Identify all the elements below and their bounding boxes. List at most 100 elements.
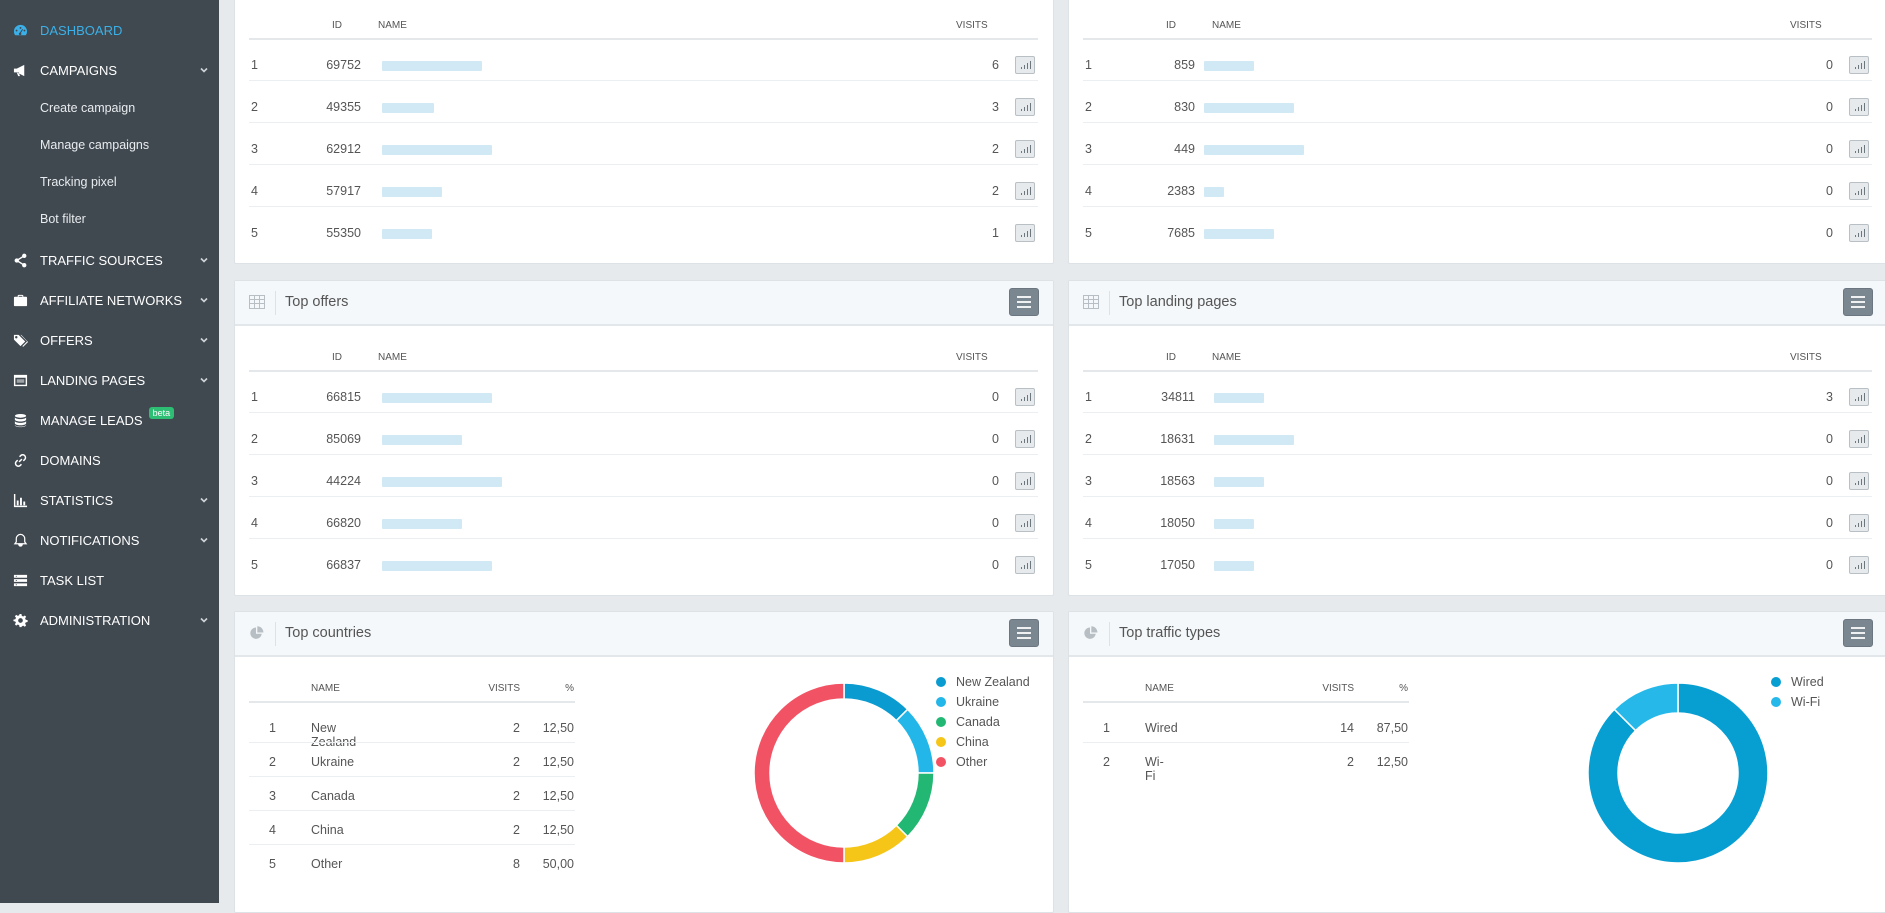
sidebar-subitem-manage-campaigns[interactable]: Manage campaigns	[0, 126, 219, 163]
row-stats-button[interactable]	[1849, 140, 1869, 158]
row-stats-button[interactable]	[1015, 556, 1035, 574]
sidebar-item-label: NOTIFICATIONS	[40, 532, 140, 548]
sidebar-item-manage-leads[interactable]: MANAGE LEADS beta	[0, 400, 219, 440]
row-stats-button[interactable]	[1849, 430, 1869, 448]
row-rank: 1	[251, 390, 258, 404]
sidebar-item-traffic-sources[interactable]: TRAFFIC SOURCES	[0, 240, 219, 280]
panel-menu-button[interactable]	[1009, 288, 1039, 316]
row-stats-button[interactable]	[1015, 182, 1035, 200]
row-visits: 0	[1826, 184, 1833, 198]
col-header-visits: VISITS	[1790, 20, 1822, 31]
row-divider	[249, 164, 1038, 165]
row-stats-button[interactable]	[1015, 140, 1035, 158]
row-stats-button[interactable]	[1015, 430, 1035, 448]
panel-menu-button[interactable]	[1843, 288, 1873, 316]
redacted-name	[1204, 61, 1254, 71]
legend-item[interactable]: Wi-Fi	[1771, 695, 1820, 709]
row-stats-button[interactable]	[1849, 98, 1869, 116]
donut-chart	[1587, 682, 1769, 864]
pie-slice-china[interactable]	[843, 824, 909, 864]
legend-item[interactable]: China	[936, 735, 989, 749]
row-stats-button[interactable]	[1849, 556, 1869, 574]
row-visits: 0	[1826, 558, 1833, 572]
redacted-name	[1204, 103, 1294, 113]
row-visits: 0	[1826, 226, 1833, 240]
row-stats-button[interactable]	[1015, 514, 1035, 532]
legend-item[interactable]: Wired	[1771, 675, 1824, 689]
row-id: 44224	[326, 474, 361, 488]
row-rank: 5	[251, 226, 258, 240]
row-visits: 0	[992, 516, 999, 530]
chevron-down-icon[interactable]	[199, 373, 209, 383]
row-stats-button[interactable]	[1015, 98, 1035, 116]
sidebar-item-domains[interactable]: DOMAINS	[0, 440, 219, 480]
sidebar-item-task-list[interactable]: TASK LIST	[0, 560, 219, 600]
legend-item[interactable]: Canada	[936, 715, 1000, 729]
row-divider	[1083, 122, 1872, 123]
pie-slice-other[interactable]	[753, 682, 845, 864]
row-id: 49355	[326, 100, 361, 114]
row-rank: 4	[1085, 184, 1092, 198]
top-countries-panel: Top countries NAME VISITS% 1 New Zealand 2 12,…	[234, 611, 1054, 913]
sidebar-subitem-bot-filter[interactable]: Bot filter	[0, 200, 219, 237]
gear-icon	[12, 612, 28, 628]
row-stats-button[interactable]	[1849, 388, 1869, 406]
sidebar-item-label: AFFILIATE NETWORKS	[40, 292, 183, 308]
window-icon	[12, 372, 28, 388]
link-icon	[12, 452, 28, 468]
legend-item[interactable]: Ukraine	[936, 695, 999, 709]
redacted-name	[382, 561, 492, 571]
legend-label: Wired	[1791, 675, 1824, 689]
row-visits: 1	[992, 226, 999, 240]
row-rank: 1	[1085, 390, 1092, 404]
chevron-down-icon[interactable]	[199, 533, 209, 543]
row-stats-button[interactable]	[1849, 472, 1869, 490]
sidebar-subitem-create-campaign[interactable]: Create campaign	[0, 89, 219, 126]
top-landing-pages-panel: Top landing pages ID NAME VISITS 1 34811 3 2 186…	[1068, 280, 1885, 596]
legend-item[interactable]: Other	[936, 755, 987, 769]
pie-slice-ukraine[interactable]	[895, 708, 935, 774]
header-divider	[1109, 291, 1110, 315]
sidebar-item-label: DASHBOARD	[40, 22, 123, 38]
row-rank: 4	[1085, 516, 1092, 530]
panel-title: Top offers	[285, 294, 349, 310]
sidebar-item-administration[interactable]: ADMINISTRATION	[0, 600, 219, 640]
redacted-name	[382, 519, 462, 529]
pie-slice-new-zealand[interactable]	[843, 682, 909, 722]
sidebar-item-offers[interactable]: OFFERS	[0, 320, 219, 360]
row-rank: 3	[251, 142, 258, 156]
row-stats-button[interactable]	[1849, 56, 1869, 74]
briefcase-icon	[12, 292, 28, 308]
redacted-name	[382, 435, 462, 445]
legend-item[interactable]: New Zealand	[936, 675, 1030, 689]
chevron-down-icon[interactable]	[199, 333, 209, 343]
panel-header: Top offers	[235, 281, 1053, 326]
top-traffic-types-panel: Top traffic types NAME VISITS% 1 Wired 14 87,5…	[1068, 611, 1885, 913]
chevron-down-icon[interactable]	[199, 293, 209, 303]
row-stats-button[interactable]	[1849, 182, 1869, 200]
chevron-down-icon[interactable]	[199, 63, 209, 73]
row-id: 17050	[1160, 558, 1195, 572]
row-stats-button[interactable]	[1015, 388, 1035, 406]
header-divider	[249, 370, 1038, 372]
row-stats-button[interactable]	[1015, 472, 1035, 490]
row-stats-button[interactable]	[1849, 514, 1869, 532]
sidebar-item-statistics[interactable]: STATISTICS	[0, 480, 219, 520]
chevron-down-icon[interactable]	[199, 253, 209, 263]
chevron-down-icon[interactable]	[199, 493, 209, 503]
row-stats-button[interactable]	[1015, 56, 1035, 74]
sidebar-item-dashboard[interactable]: DASHBOARD	[0, 10, 219, 50]
sidebar-subitem-tracking-pixel[interactable]: Tracking pixel	[0, 163, 219, 200]
sidebar-item-notifications[interactable]: NOTIFICATIONS	[0, 520, 219, 560]
row-divider	[249, 80, 1038, 81]
row-stats-button[interactable]	[1015, 224, 1035, 242]
chevron-down-icon[interactable]	[199, 613, 209, 623]
redacted-name	[1214, 435, 1294, 445]
pie-slice-canada[interactable]	[895, 772, 935, 838]
sidebar-item-campaigns[interactable]: CAMPAIGNS	[0, 50, 219, 90]
redacted-name	[382, 61, 482, 71]
row-id: 2383	[1167, 184, 1195, 198]
sidebar-item-landing-pages[interactable]: LANDING PAGES	[0, 360, 219, 400]
row-stats-button[interactable]	[1849, 224, 1869, 242]
sidebar-item-affiliate-networks[interactable]: AFFILIATE NETWORKS	[0, 280, 219, 320]
